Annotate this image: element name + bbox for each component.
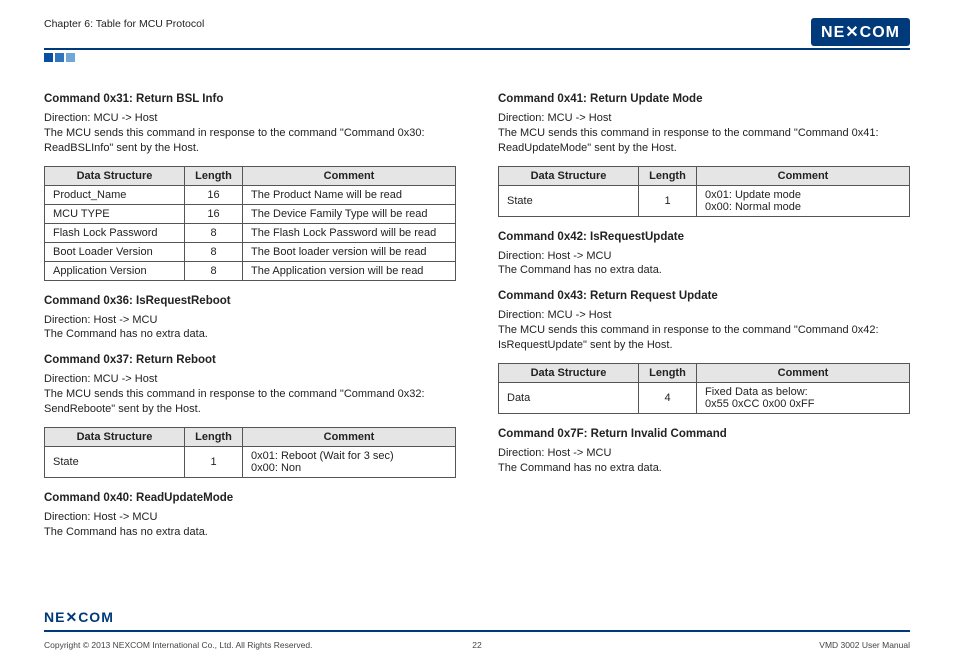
cmd-title: Command 0x40: ReadUpdateMode: [44, 492, 456, 504]
cmd37-table: Data Structure Length Comment State 1 0x…: [44, 427, 456, 478]
nexcom-logo: NE✕COM: [811, 18, 910, 46]
table-header-row: Data Structure Length Comment: [499, 166, 910, 185]
cmd-title: Command 0x43: Return Request Update: [498, 290, 910, 302]
cmd-description: Direction: MCU -> Host The MCU sends thi…: [44, 111, 456, 156]
left-column: Command 0x31: Return BSL Info Direction:…: [44, 93, 456, 551]
page-footer: Copyright © 2013 NEXCOM International Co…: [44, 640, 910, 650]
cmd-title: Command 0x31: Return BSL Info: [44, 93, 456, 105]
cmd-0x31-section: Command 0x31: Return BSL Info Direction:…: [44, 93, 456, 281]
cmd-description: Direction: Host -> MCU The Command has n…: [44, 313, 456, 343]
content-columns: Command 0x31: Return BSL Info Direction:…: [44, 93, 910, 551]
cmd43-table: Data Structure Length Comment Data 4 Fix…: [498, 363, 910, 414]
table-row: Boot Loader Version8The Boot loader vers…: [45, 242, 456, 261]
cmd-title: Command 0x36: IsRequestReboot: [44, 295, 456, 307]
cmd-description: Direction: Host -> MCU The Command has n…: [498, 446, 910, 476]
cmd-title: Command 0x7F: Return Invalid Command: [498, 428, 910, 440]
table-header-row: Data Structure Length Comment: [45, 427, 456, 446]
manual-name: VMD 3002 User Manual: [621, 640, 910, 650]
cmd-description: Direction: MCU -> Host The MCU sends thi…: [44, 372, 456, 417]
table-row: State 1 0x01: Update mode0x00: Normal mo…: [499, 185, 910, 216]
cmd-title: Command 0x42: IsRequestUpdate: [498, 231, 910, 243]
cmd-description: Direction: MCU -> Host The MCU sends thi…: [498, 111, 910, 156]
header-divider: [44, 48, 910, 50]
cmd-0x42-section: Command 0x42: IsRequestUpdate Direction:…: [498, 231, 910, 279]
table-row: State 1 0x01: Reboot (Wait for 3 sec)0x0…: [45, 446, 456, 477]
cmd-0x40-section: Command 0x40: ReadUpdateMode Direction: …: [44, 492, 456, 540]
cmd-description: Direction: Host -> MCU The Command has n…: [44, 510, 456, 540]
cmd-0x7f-section: Command 0x7F: Return Invalid Command Dir…: [498, 428, 910, 476]
table-header-row: Data Structure Length Comment: [499, 363, 910, 382]
cmd31-table: Data Structure Length Comment Product_Na…: [44, 166, 456, 281]
decorative-squares: [44, 53, 910, 65]
page-header: Chapter 6: Table for MCU Protocol NE✕COM: [44, 18, 910, 46]
cmd-0x43-section: Command 0x43: Return Request Update Dire…: [498, 290, 910, 414]
footer-logo: NE✕COM: [44, 609, 114, 626]
cmd-description: Direction: Host -> MCU The Command has n…: [498, 249, 910, 279]
footer-divider: [44, 630, 910, 632]
cmd-title: Command 0x37: Return Reboot: [44, 354, 456, 366]
table-row: Data 4 Fixed Data as below:0x55 0xCC 0x0…: [499, 382, 910, 413]
cmd-0x41-section: Command 0x41: Return Update Mode Directi…: [498, 93, 910, 217]
chapter-title: Chapter 6: Table for MCU Protocol: [44, 18, 204, 30]
cmd-title: Command 0x41: Return Update Mode: [498, 93, 910, 105]
copyright-text: Copyright © 2013 NEXCOM International Co…: [44, 640, 333, 650]
table-row: Product_Name16The Product Name will be r…: [45, 185, 456, 204]
cmd41-table: Data Structure Length Comment State 1 0x…: [498, 166, 910, 217]
page-number: 22: [333, 640, 622, 650]
cmd-0x36-section: Command 0x36: IsRequestReboot Direction:…: [44, 295, 456, 343]
table-header-row: Data Structure Length Comment: [45, 166, 456, 185]
cmd-0x37-section: Command 0x37: Return Reboot Direction: M…: [44, 354, 456, 478]
cmd-description: Direction: MCU -> Host The MCU sends thi…: [498, 308, 910, 353]
table-row: Flash Lock Password8The Flash Lock Passw…: [45, 223, 456, 242]
table-row: Application Version8The Application vers…: [45, 261, 456, 280]
table-row: MCU TYPE16The Device Family Type will be…: [45, 204, 456, 223]
right-column: Command 0x41: Return Update Mode Directi…: [498, 93, 910, 551]
